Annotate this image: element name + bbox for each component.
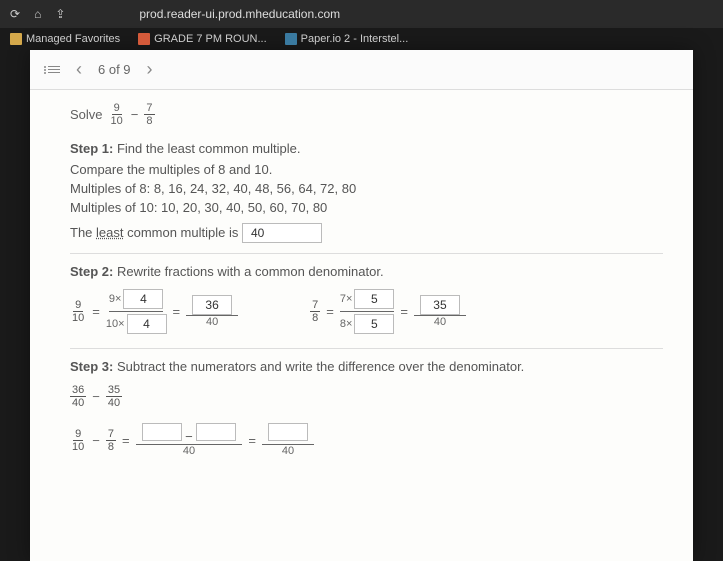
bookmark-label: GRADE 7 PM ROUN...	[154, 33, 266, 45]
minus-op: −	[131, 107, 139, 122]
s2-left-result: 36 40	[186, 295, 238, 328]
step1-lcm-line: The least common multiple is 40	[70, 223, 663, 243]
step1-compare: Compare the multiples of 8 and 10.	[70, 162, 663, 177]
equals-sign: =	[92, 304, 100, 319]
s3-b: 35 40	[106, 384, 122, 409]
step-text: Subtract the numerators and write the di…	[117, 359, 524, 374]
bookmark-label: Paper.io 2 - Interstel...	[301, 33, 409, 45]
step-label: Step 3:	[70, 359, 113, 374]
step-label: Step 1:	[70, 141, 113, 156]
step1-mult10: Multiples of 10: 10, 20, 30, 40, 50, 60,…	[70, 200, 663, 215]
bookmark-paperio[interactable]: Paper.io 2 - Interstel...	[285, 33, 409, 45]
prev-button[interactable]: ‹	[76, 59, 82, 80]
step2-equations: 9 10 = 9×4 10×4 = 36 40 7 8	[70, 289, 663, 334]
refresh-icon[interactable]: ⟳	[10, 7, 20, 21]
fraction-b: 7 8	[144, 102, 154, 127]
lcm-input[interactable]: 40	[242, 223, 322, 243]
home-icon[interactable]: ⌂	[34, 7, 41, 21]
url-text: prod.reader-ui.prod.mheducation.com	[139, 7, 340, 21]
s3-result: 40	[262, 423, 314, 457]
browser-top-bar: ⟳ ⌂ ⇪ prod.reader-ui.prod.mheducation.co…	[0, 0, 723, 28]
factor-bot-input[interactable]: 5	[354, 314, 394, 334]
result-num-input[interactable]: 36	[192, 295, 232, 315]
step3-heading: Step 3: Subtract the numerators and writ…	[70, 359, 663, 374]
factor-top-input[interactable]: 4	[123, 289, 163, 309]
download-icon[interactable]: ⇪	[55, 7, 65, 21]
s3-mid: − 40	[136, 423, 243, 457]
equals-sign: =	[122, 433, 130, 448]
step2-heading: Step 2: Rewrite fractions with a common …	[70, 264, 663, 279]
equals-sign: =	[248, 433, 256, 448]
s2-right-result: 35 40	[414, 295, 466, 328]
list-icon[interactable]	[48, 66, 60, 73]
step1-heading: Step 1: Find the least common multiple.	[70, 141, 663, 156]
problem-prompt: Solve 9 10 − 7 8	[70, 102, 663, 127]
folder-icon	[10, 33, 22, 45]
bookmark-bar: Managed Favorites GRADE 7 PM ROUN... Pap…	[0, 28, 723, 50]
step-text: Rewrite fractions with a common denomina…	[117, 264, 384, 279]
s2-right-orig: 7 8	[310, 299, 320, 324]
s3-a: 36 40	[70, 384, 86, 409]
page-position: 6 of 9	[98, 62, 131, 77]
factor-bot-input[interactable]: 4	[127, 314, 167, 334]
s2-left-expand: 9×4 10×4	[106, 289, 167, 334]
next-button[interactable]: ›	[147, 59, 153, 80]
s2-right-expand: 7×5 8×5	[340, 289, 395, 334]
prompt-word: Solve	[70, 107, 103, 122]
equals-sign: =	[326, 304, 334, 319]
least-word: least	[96, 225, 123, 240]
num-input[interactable]	[142, 423, 182, 441]
equals-sign: =	[173, 304, 181, 319]
site-icon	[285, 33, 297, 45]
step3-line2: 9 10 − 7 8 = − 40 = 40	[70, 423, 663, 457]
content-area: Solve 9 10 − 7 8 Step 1: Find the least …	[30, 90, 693, 561]
s3-2-a: 9 10	[70, 428, 86, 453]
site-icon	[138, 33, 150, 45]
fraction-a: 9 10	[109, 102, 125, 127]
reader-nav-bar: ‹ 6 of 9 ›	[30, 50, 693, 90]
s3-2-b: 7 8	[106, 428, 116, 453]
step3-line1: 36 40 − 35 40	[70, 384, 663, 409]
bookmark-grade7[interactable]: GRADE 7 PM ROUN...	[138, 33, 266, 45]
answer-input[interactable]	[268, 423, 308, 441]
step-label: Step 2:	[70, 264, 113, 279]
bookmark-label: Managed Favorites	[26, 33, 120, 45]
step1-mult8: Multiples of 8: 8, 16, 24, 32, 40, 48, 5…	[70, 181, 663, 196]
result-num-input[interactable]: 35	[420, 295, 460, 315]
equals-sign: =	[400, 304, 408, 319]
factor-top-input[interactable]: 5	[354, 289, 394, 309]
num-input[interactable]	[196, 423, 236, 441]
app-frame: ‹ 6 of 9 › Solve 9 10 − 7 8 Step 1: Find…	[30, 50, 693, 561]
bookmark-managed-favorites[interactable]: Managed Favorites	[10, 33, 120, 45]
step-text: Find the least common multiple.	[117, 141, 301, 156]
s2-left-orig: 9 10	[70, 299, 86, 324]
